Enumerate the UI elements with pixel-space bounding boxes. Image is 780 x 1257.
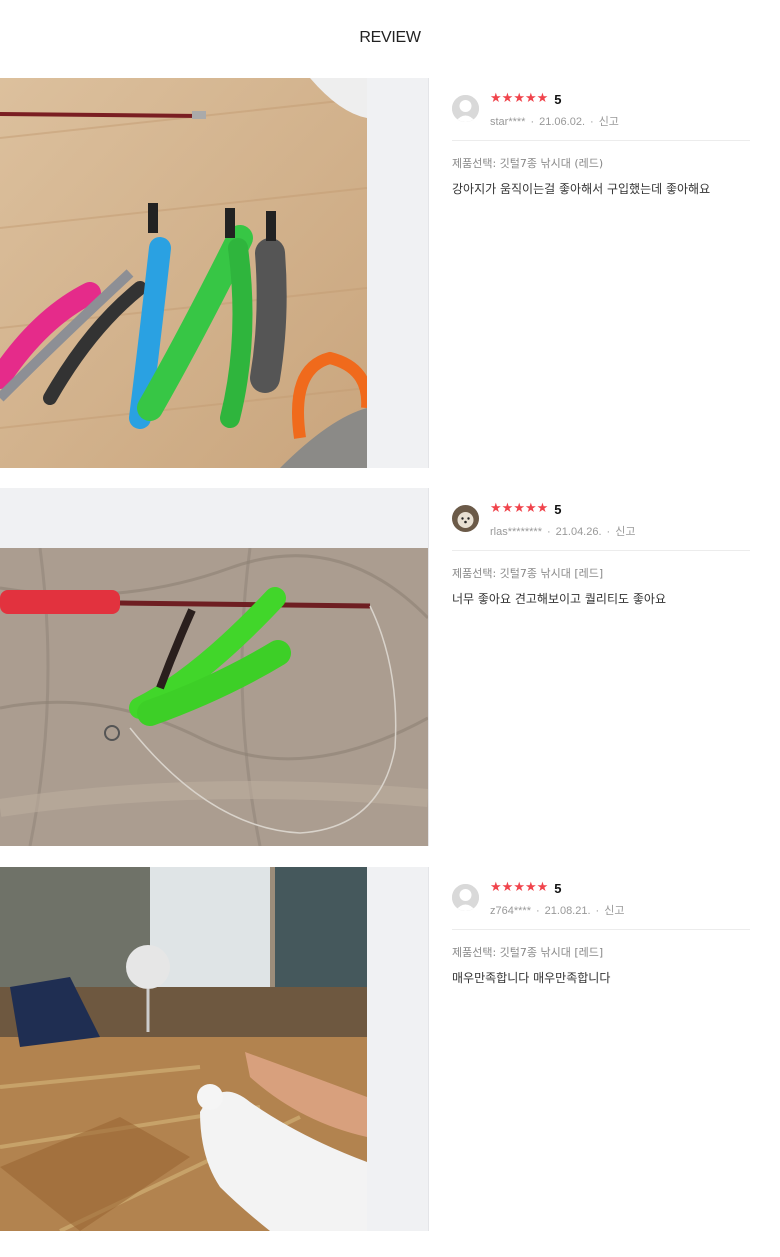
review-photo-panel [0, 867, 429, 1231]
star-icon: ★ [490, 501, 502, 516]
reviewer-name: star**** [490, 116, 526, 128]
rating-score: 5 [554, 91, 562, 107]
star-icon: ★ [501, 880, 514, 895]
review-photo[interactable] [0, 867, 367, 1231]
star-icon: ★ [501, 91, 514, 106]
product-option: 제품선택: 깃털7종 낚시대 [레드] [452, 946, 604, 959]
report-link[interactable]: 신고 [599, 116, 619, 128]
review-photo[interactable] [0, 78, 367, 468]
review-text: 강아지가 움직이는걸 좋아해서 구입했는데 좋아해요 [452, 182, 711, 196]
rating-stars: ★ ★ ★ ★ ★ 5 [490, 91, 562, 107]
page-title: REVIEW [359, 29, 421, 46]
rating-stars: ★ ★ ★ ★ ★ 5 [490, 501, 562, 517]
review-item: ★ ★ ★ ★ ★ 5 z764**** · 21.08.21. · 신고 제품선택: 깃털7종… [0, 867, 780, 1231]
star-icon: ★ [536, 880, 549, 895]
review-meta: rlas******** · 21.04.26. · 신고 [490, 526, 636, 538]
rating-score: 5 [554, 880, 562, 896]
star-icon: ★ [524, 880, 537, 895]
star-icon: ★ [536, 501, 549, 516]
page-header: REVIEW [0, 0, 780, 78]
product-option: 제품선택: 깃털7종 낚시대 (레드) [452, 157, 604, 170]
divider [452, 140, 750, 141]
star-icon: ★ [501, 501, 514, 516]
star-icon: ★ [536, 91, 549, 106]
reviewer-name: rlas******** [490, 526, 542, 538]
dog-photo-avatar [452, 505, 479, 532]
rating-stars: ★ ★ ★ ★ ★ 5 [490, 880, 562, 896]
review-item: ★ ★ ★ ★ ★ 5 rlas******** · 21.04.26. · 신고 제품선택: … [0, 488, 780, 846]
product-option: 제품선택: 깃털7종 낚시대 [레드] [452, 567, 604, 580]
review-text: 너무 좋아요 견고해보이고 퀄리티도 좋아요 [452, 592, 666, 606]
star-icon: ★ [524, 91, 537, 106]
review-date: 21.04.26. [555, 526, 602, 538]
review-item: ★ ★ ★ ★ ★ 5 star**** · 21.06.02. · 신고 제품선택: 깃털7종… [0, 78, 780, 468]
reviewer-name: z764**** [490, 905, 531, 917]
divider [452, 550, 750, 551]
default-avatar-icon [452, 95, 479, 122]
report-link[interactable]: 신고 [604, 905, 624, 917]
star-icon: ★ [513, 880, 525, 895]
default-avatar-icon [452, 884, 479, 911]
review-meta: star**** · 21.06.02. · 신고 [490, 116, 619, 128]
star-icon: ★ [490, 880, 502, 895]
star-icon: ★ [513, 91, 525, 106]
star-icon: ★ [513, 501, 525, 516]
review-text: 매우만족합니다 매우만족합니다 [452, 971, 611, 985]
review-photo-panel [0, 488, 429, 846]
review-photo[interactable] [0, 548, 428, 846]
rating-score: 5 [554, 501, 562, 517]
report-link[interactable]: 신고 [615, 526, 635, 538]
review-date: 21.06.02. [539, 116, 586, 128]
star-icon: ★ [490, 91, 502, 106]
review-meta: z764**** · 21.08.21. · 신고 [490, 905, 625, 917]
review-photo-panel [0, 78, 429, 468]
divider [452, 929, 750, 930]
star-icon: ★ [524, 501, 537, 516]
review-date: 21.08.21. [544, 905, 591, 917]
